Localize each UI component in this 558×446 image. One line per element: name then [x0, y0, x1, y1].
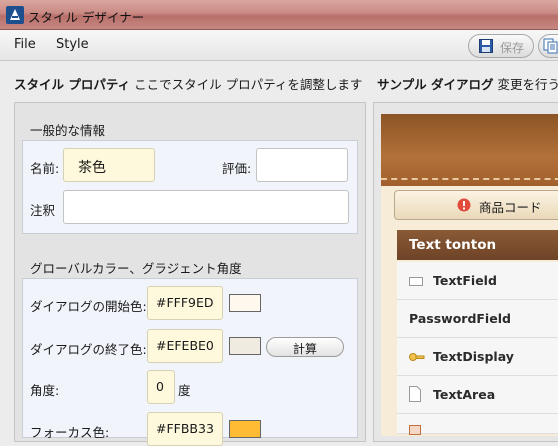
list-item-textfield[interactable]: TextField [397, 262, 558, 300]
list-item-label: TextDisplay [433, 349, 514, 364]
copy-icon [543, 38, 558, 54]
list-item-textarea[interactable]: TextArea [397, 376, 558, 414]
end-color-label: ダイアログの終了色: [30, 342, 147, 357]
menu-file[interactable]: File [14, 37, 36, 52]
general-group-title: 一般的な情報 [30, 123, 106, 138]
rating-label: 評価: [222, 161, 252, 176]
rating-field[interactable] [256, 148, 348, 182]
end-color-field[interactable]: #EFEBE0 [147, 329, 223, 363]
angle-label: 角度: [30, 383, 60, 398]
textfield-icon [409, 275, 423, 290]
right-section-description: 変更を行う [497, 77, 558, 92]
list-item-label: PasswordField [409, 311, 511, 326]
left-section-description: ここでスタイル プロパティを調整します [134, 77, 363, 92]
name-label: 名前: [30, 161, 60, 176]
start-color-label: ダイアログの開始色: [30, 299, 147, 314]
alert-icon [457, 198, 471, 212]
angle-unit: 度 [178, 383, 191, 398]
document-icon [409, 386, 421, 405]
list-item-label: TextField [433, 273, 497, 288]
app-icon [6, 6, 24, 24]
right-section-title: サンプル ダイアログ [377, 77, 494, 92]
note-field[interactable] [63, 190, 349, 224]
product-code-label: 商品コード [479, 200, 542, 215]
list-item-next[interactable] [397, 414, 558, 435]
menu-style[interactable]: Style [56, 37, 89, 52]
list-item-passwordfield[interactable]: PasswordField [397, 300, 558, 338]
sample-dialog-stitch [381, 178, 558, 180]
focus-color-label: フォーカス色: [30, 425, 110, 440]
copy-button[interactable] [538, 34, 558, 58]
window-title: スタイル デザイナー [28, 10, 145, 25]
key-icon [409, 351, 425, 366]
left-section-header: スタイル プロパティ ここでスタイル プロパティを調整します [14, 74, 362, 93]
note-label: 注釈 [30, 203, 56, 218]
name-field[interactable]: 茶色 [63, 148, 155, 182]
save-button-label: 保存 [500, 41, 525, 55]
left-section-title: スタイル プロパティ [14, 77, 131, 92]
menu-bar: File Style 保存 [0, 30, 558, 61]
colors-group-title: グローバルカラー、グラジェント角度 [30, 261, 242, 276]
focus-color-swatch[interactable] [229, 420, 261, 438]
focus-color-field[interactable]: #FFBB33 [147, 412, 223, 446]
calculate-button[interactable]: 計算 [266, 337, 344, 357]
sample-dialog-header-texture [381, 114, 558, 186]
start-color-swatch[interactable] [229, 294, 261, 312]
window-title-bar[interactable]: スタイル デザイナー [0, 0, 558, 30]
right-section-header: サンプル ダイアログ 変更を行う [377, 74, 558, 93]
save-icon [479, 39, 493, 53]
list-item-textdisplay[interactable]: TextDisplay [397, 338, 558, 376]
end-color-swatch[interactable] [229, 337, 261, 355]
save-button[interactable]: 保存 [468, 34, 534, 58]
list-item-label: TextArea [433, 387, 496, 402]
start-color-field[interactable]: #FFF9ED [147, 286, 223, 320]
product-code-button[interactable]: 商品コード [394, 190, 558, 220]
sample-list-title: Text tonton [397, 230, 558, 260]
angle-field[interactable]: 0 [147, 370, 175, 404]
